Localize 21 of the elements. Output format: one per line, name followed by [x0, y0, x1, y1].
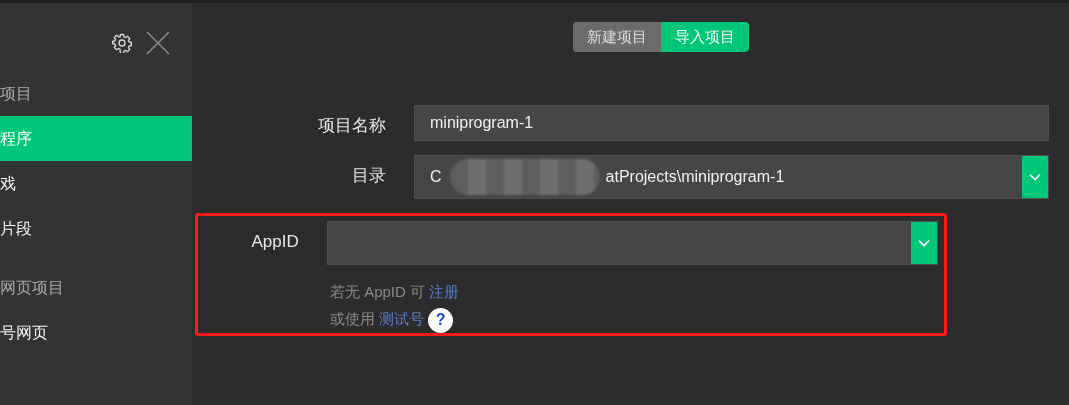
field-label: AppID [250, 231, 299, 253]
hint-link[interactable]: 注册 [429, 283, 460, 300]
sidebar-item[interactable]: 号网页 [0, 310, 192, 355]
settings-icon[interactable] [112, 33, 132, 53]
section-heading: 网页项目 [0, 277, 65, 298]
help-button[interactable]: ? [428, 307, 454, 333]
input-field[interactable]: miniprogram-1 [414, 105, 1049, 141]
dropdown-field[interactable]: C atProjects\miniprogram-1 [414, 155, 1049, 199]
dropdown-field[interactable] [326, 221, 938, 265]
field-label: 项目名称 [317, 115, 386, 137]
field-label: 目录 [351, 165, 386, 187]
chevron-down-icon [918, 239, 930, 247]
hint-text: 或使用 [330, 309, 376, 327]
sidebar-item[interactable]: 片段 [0, 206, 192, 251]
hint-text: 若无 AppID 可 [330, 283, 427, 300]
hint-link[interactable]: 测试号 [379, 309, 425, 327]
close-icon[interactable] [146, 31, 170, 55]
section-heading: 项目 [0, 83, 33, 104]
chevron-down-icon [1029, 173, 1041, 181]
mode-tab[interactable]: 新建项目 [572, 22, 661, 52]
sidebar-item[interactable]: 戏 [0, 161, 192, 206]
